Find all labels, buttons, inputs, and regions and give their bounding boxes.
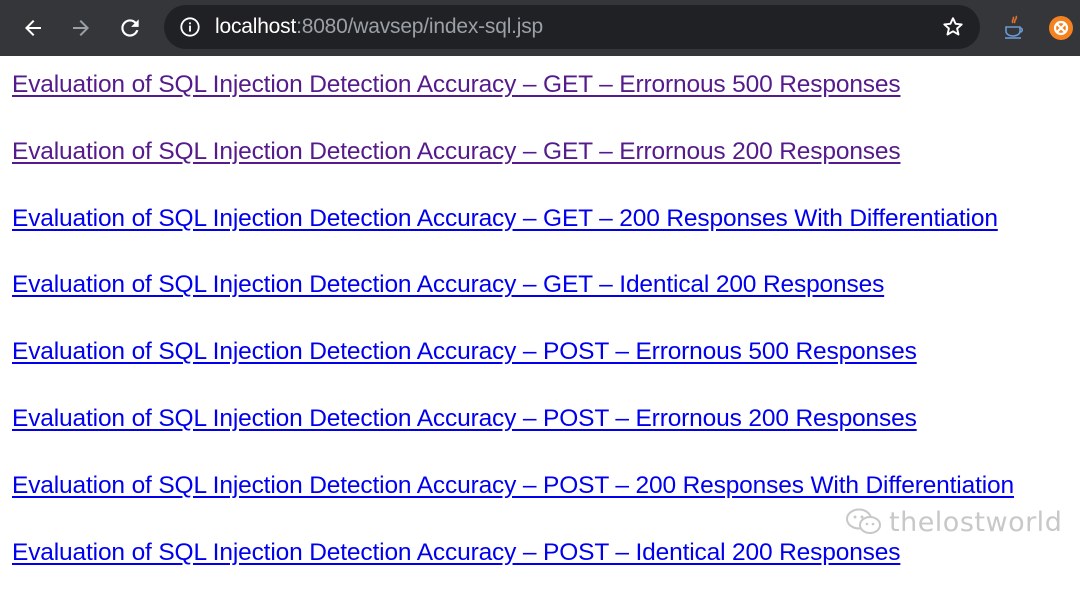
back-button[interactable] bbox=[15, 10, 51, 46]
url-host: localhost bbox=[215, 15, 297, 38]
watermark-text: thelostworld bbox=[889, 506, 1063, 538]
link-post-200-differentiation[interactable]: Evaluation of SQL Injection Detection Ac… bbox=[12, 471, 1014, 501]
url-path: :8080/wavsep/index-sql.jsp bbox=[296, 15, 544, 38]
reload-button[interactable] bbox=[112, 10, 148, 46]
url-text[interactable]: localhost:8080/wavsep/index-sql.jsp bbox=[215, 5, 543, 49]
watermark: thelostworld bbox=[845, 504, 1062, 540]
link-get-200-differentiation[interactable]: Evaluation of SQL Injection Detection Ac… bbox=[12, 204, 998, 234]
list-item: Evaluation of SQL Injection Detection Ac… bbox=[12, 256, 1080, 323]
link-get-identical-200[interactable]: Evaluation of SQL Injection Detection Ac… bbox=[12, 270, 884, 300]
link-get-errornous-500[interactable]: Evaluation of SQL Injection Detection Ac… bbox=[12, 70, 901, 100]
orange-extension-icon[interactable] bbox=[1048, 15, 1074, 41]
reload-icon bbox=[121, 19, 139, 37]
link-post-errornous-500[interactable]: Evaluation of SQL Injection Detection Ac… bbox=[12, 337, 917, 367]
site-info-icon[interactable] bbox=[178, 15, 202, 39]
browser-toolbar: localhost:8080/wavsep/index-sql.jsp bbox=[0, 0, 1080, 56]
wechat-icon bbox=[846, 508, 881, 534]
arrow-left-icon bbox=[25, 20, 41, 36]
java-extension-icon[interactable] bbox=[1001, 14, 1027, 42]
address-bar[interactable]: localhost:8080/wavsep/index-sql.jsp bbox=[164, 5, 980, 49]
list-item: Evaluation of SQL Injection Detection Ac… bbox=[12, 390, 1080, 457]
link-post-errornous-200[interactable]: Evaluation of SQL Injection Detection Ac… bbox=[12, 404, 917, 434]
forward-button[interactable] bbox=[63, 10, 99, 46]
list-item: Evaluation of SQL Injection Detection Ac… bbox=[12, 123, 1080, 190]
arrow-right-icon bbox=[73, 20, 89, 36]
list-item: Evaluation of SQL Injection Detection Ac… bbox=[12, 323, 1080, 390]
list-item: Evaluation of SQL Injection Detection Ac… bbox=[12, 56, 1080, 123]
link-post-identical-200[interactable]: Evaluation of SQL Injection Detection Ac… bbox=[12, 538, 901, 568]
bookmark-star-icon[interactable] bbox=[940, 14, 966, 40]
link-get-errornous-200[interactable]: Evaluation of SQL Injection Detection Ac… bbox=[12, 137, 901, 167]
list-item: Evaluation of SQL Injection Detection Ac… bbox=[12, 190, 1080, 257]
